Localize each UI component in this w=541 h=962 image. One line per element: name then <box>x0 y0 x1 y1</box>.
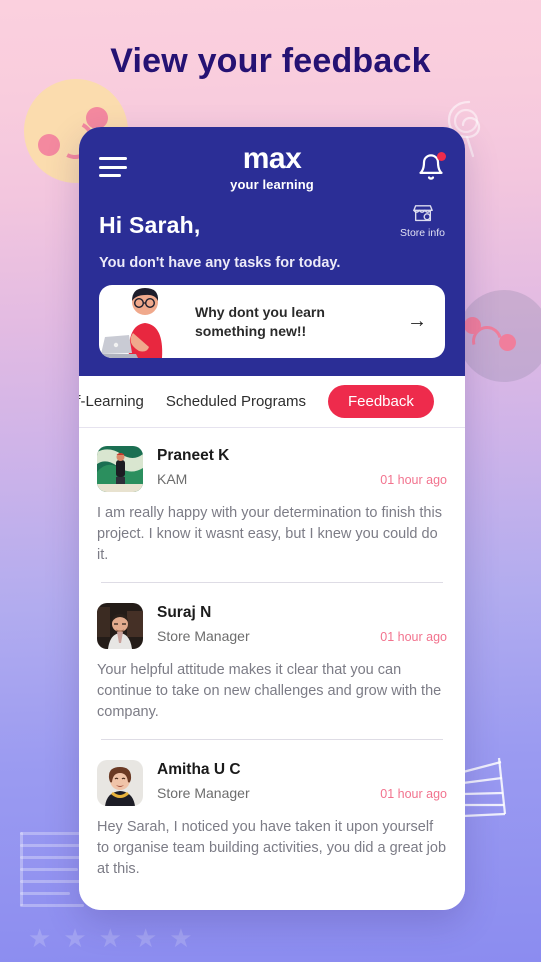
page-title: View your feedback <box>110 42 431 80</box>
screen-root: ★ ★ ★ ★ ★ View your feedback max your le… <box>0 0 541 962</box>
feedback-message: I am really happy with your determinatio… <box>97 505 442 563</box>
hamburger-menu-icon[interactable] <box>99 157 127 177</box>
feedback-author-name: Suraj N <box>157 604 212 621</box>
tab-bar: lf-Learning Scheduled Programs Feedback <box>79 376 465 428</box>
feedback-timestamp: 01 hour ago <box>380 787 447 801</box>
star-icon: ★ <box>133 923 158 953</box>
storefront-icon <box>412 205 433 222</box>
feedback-message: Your helpful attitude makes it clear tha… <box>97 662 442 720</box>
feedback-message: Hey Sarah, I noticed you have taken it u… <box>97 819 447 877</box>
feedback-item[interactable]: Suraj N Store Manager 01 hour ago Your h… <box>97 585 447 742</box>
store-info-label: Store info <box>400 227 445 239</box>
arrow-right-icon[interactable]: → <box>399 310 445 333</box>
tab-feedback[interactable]: Feedback <box>327 385 434 418</box>
feedback-list: Praneet K KAM 01 hour ago I am really ha… <box>79 428 465 910</box>
notification-bell-icon[interactable] <box>417 152 446 181</box>
feedback-author-role: Store Manager <box>157 628 250 644</box>
store-info-button[interactable]: Store info <box>400 203 445 239</box>
tab-scheduled-programs[interactable]: Scheduled Programs <box>166 393 306 410</box>
star-rating-decoration: ★ ★ ★ ★ ★ <box>28 925 193 951</box>
brand-name: max <box>242 141 302 175</box>
tasks-status-text: You don't have any tasks for today. <box>99 255 341 271</box>
phone-mockup: max your learning Hi Sarah, Store info Y… <box>79 127 465 910</box>
feedback-author-name: Amitha U C <box>157 761 241 778</box>
notification-badge <box>437 152 446 161</box>
feedback-item[interactable]: Praneet K KAM 01 hour ago I am really ha… <box>97 428 447 585</box>
feedback-author-name: Praneet K <box>157 447 230 464</box>
promo-text: Why dont you learn something new!! <box>195 303 325 339</box>
feedback-timestamp: 01 hour ago <box>380 630 447 644</box>
avatar <box>97 760 143 806</box>
avatar <box>97 446 143 492</box>
star-icon: ★ <box>98 923 122 953</box>
ladder-icon <box>455 752 525 822</box>
greeting-text: Hi Sarah, <box>99 212 201 238</box>
feedback-author-role: Store Manager <box>157 785 250 801</box>
tab-self-learning[interactable]: lf-Learning <box>79 393 144 410</box>
smiley-face-sad-icon <box>458 290 541 382</box>
star-icon: ★ <box>63 923 87 953</box>
feedback-timestamp: 01 hour ago <box>380 473 447 487</box>
avatar <box>97 603 143 649</box>
brand-logo: max your learning <box>230 141 314 192</box>
brand-tagline: your learning <box>230 176 314 192</box>
divider <box>101 582 443 583</box>
divider <box>101 739 443 740</box>
feedback-author-role: KAM <box>157 471 188 487</box>
person-with-laptop-illustration <box>99 285 191 358</box>
promo-card[interactable]: Why dont you learn something new!! → <box>99 285 445 358</box>
app-header: max your learning Hi Sarah, Store info Y… <box>79 127 465 376</box>
star-icon: ★ <box>169 923 193 953</box>
star-icon: ★ <box>28 923 52 953</box>
feedback-item[interactable]: Amitha U C Store Manager 01 hour ago Hey… <box>97 742 447 882</box>
